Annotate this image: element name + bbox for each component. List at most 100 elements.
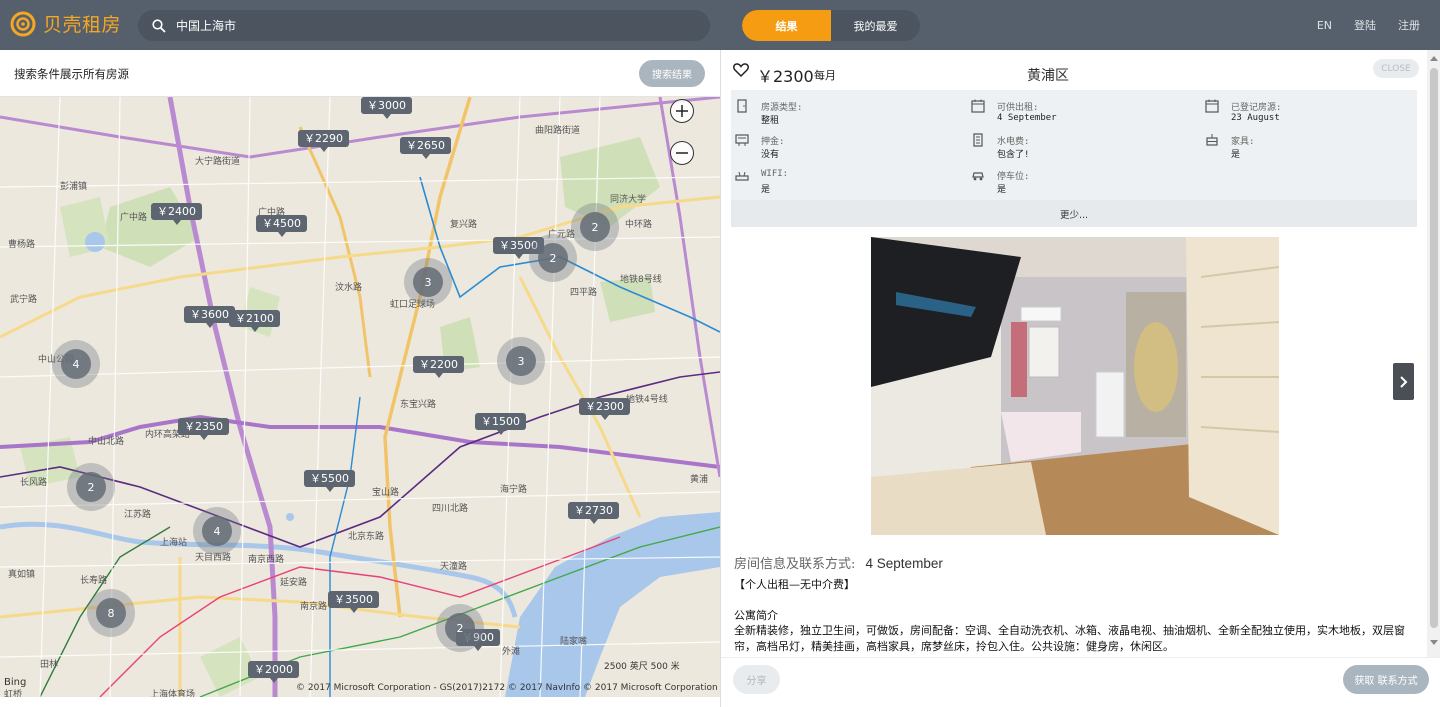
- listing-cluster[interactable]: 2: [529, 234, 577, 282]
- cluster-count: 4: [202, 516, 232, 546]
- contact-label: 房间信息及联系方式:: [734, 557, 856, 572]
- cluster-count: 3: [506, 346, 536, 376]
- calendar-icon: [1205, 99, 1219, 113]
- map-label: 黄浦: [690, 475, 709, 485]
- map-label: 广中路: [120, 213, 148, 223]
- furniture-icon: [1206, 134, 1218, 146]
- price-marker[interactable]: ￥2730: [568, 502, 619, 524]
- tab-results[interactable]: 结果: [742, 10, 831, 41]
- map-label: 地铁8号线: [620, 275, 662, 285]
- deposit-icon: [735, 134, 749, 146]
- chevron-right-icon: [1399, 375, 1407, 388]
- cluster-count: 2: [445, 613, 475, 643]
- price-marker[interactable]: ￥2650: [400, 137, 451, 159]
- map-label: 东宝兴路: [400, 400, 437, 410]
- map-label: 中山北路: [88, 437, 125, 447]
- get-contact-button[interactable]: 获取 联系方式: [1343, 665, 1429, 694]
- map-label: 田林: [40, 660, 59, 670]
- map-label: 江苏路: [124, 510, 152, 520]
- map-label: 南京路: [300, 602, 328, 612]
- listing-photo[interactable]: [871, 237, 1279, 535]
- register-link[interactable]: 注册: [1398, 17, 1420, 33]
- price-marker[interactable]: ￥3500: [328, 591, 379, 613]
- room-photo-illustration: [871, 237, 1279, 535]
- price-marker[interactable]: ￥2350: [178, 418, 229, 440]
- map-label: 延安路: [280, 578, 308, 588]
- login-link[interactable]: 登陆: [1354, 17, 1376, 33]
- map-label: 曹杨路: [8, 240, 36, 250]
- price-marker[interactable]: ￥4500: [256, 215, 307, 237]
- info-available-date: 可供出租: 4 September: [967, 96, 1187, 126]
- listing-description: 【个人出租—无中介费】 公寓简介 全新精装修，独立卫生间，可做饭，房间配备：空调…: [734, 577, 1414, 654]
- price-marker[interactable]: ￥3000: [361, 97, 412, 119]
- listing-detail-panel: ￥2300 每月 黄浦区 CLOSE 房源类型: 整租 可供出租: 4 Sept…: [720, 50, 1440, 707]
- filter-bar: 搜索条件展示所有房源 搜索结果: [0, 50, 720, 97]
- share-button[interactable]: 分享: [733, 665, 780, 694]
- listing-cluster[interactable]: 2: [436, 604, 484, 652]
- price-marker[interactable]: ￥2300: [579, 398, 630, 420]
- price-marker[interactable]: ￥2290: [298, 130, 349, 152]
- contact-date: 4 September: [865, 556, 943, 571]
- map-label: 海宁路: [500, 485, 528, 495]
- price-marker[interactable]: ￥2000: [248, 661, 299, 683]
- scroll-up-arrow-icon[interactable]: [1430, 56, 1438, 61]
- view-tabs: 结果 我的最爱: [742, 10, 920, 41]
- search-bar[interactable]: [138, 10, 710, 41]
- zoom-in-button[interactable]: [670, 99, 694, 123]
- brand-logo[interactable]: 贝壳租房: [10, 10, 121, 37]
- close-button[interactable]: CLOSE: [1373, 59, 1419, 78]
- info-room-type: 房源类型: 整租: [731, 96, 951, 126]
- map-label: 曲阳路街道: [535, 126, 581, 136]
- toggle-more-button[interactable]: 更少...: [731, 200, 1417, 227]
- listing-district: 黄浦区: [1027, 68, 1069, 84]
- price-marker[interactable]: ￥2100: [229, 310, 280, 332]
- listing-header: ￥2300 每月 黄浦区 CLOSE: [721, 50, 1427, 90]
- tab-favorites[interactable]: 我的最爱: [831, 10, 920, 41]
- map-label: 汶水路: [335, 283, 363, 293]
- map-attribution[interactable]: © 2017 Microsoft Corporation - GS(2017)2…: [296, 683, 720, 693]
- price-marker[interactable]: ￥1500: [475, 413, 526, 435]
- map-label: 长风路: [20, 478, 48, 488]
- map-label: 天潼路: [440, 562, 468, 572]
- listing-cluster[interactable]: 2: [67, 463, 115, 511]
- minus-icon: [676, 152, 688, 154]
- price-marker[interactable]: ￥2200: [413, 356, 464, 378]
- next-photo-button[interactable]: [1393, 363, 1414, 400]
- map-label: 北京东路: [348, 532, 385, 542]
- listing-cluster[interactable]: 2: [571, 203, 619, 251]
- info-listed-date: 已登记房源: 23 August: [1201, 96, 1421, 126]
- listing-cluster[interactable]: 8: [87, 589, 135, 637]
- price-marker[interactable]: ￥2400: [151, 203, 202, 225]
- heart-icon[interactable]: [733, 62, 749, 78]
- price-marker[interactable]: ￥5500: [304, 470, 355, 492]
- contact-info-heading: 房间信息及联系方式: 4 September: [734, 553, 943, 572]
- map-label: 陆家嘴: [560, 637, 588, 647]
- cluster-count: 2: [580, 212, 610, 242]
- description-subheading: 公寓简介: [734, 608, 778, 622]
- search-results-button[interactable]: 搜索结果: [639, 60, 705, 87]
- calendar-icon: [971, 99, 985, 113]
- map-label: 大宁路街道: [195, 157, 241, 167]
- location-search-input[interactable]: [176, 18, 676, 33]
- map-canvas[interactable]: 曲阳路街道 大宁路街道 彭浦镇 广中路 广中路 汶水路 四平路 地铁8号线 内环…: [0, 97, 720, 697]
- description-body: 全新精装修，独立卫生间，可做饭，房间配备：空调、全自动洗衣机、冰箱、液晶电视、抽…: [734, 624, 1405, 653]
- map-label: 真如镇: [8, 570, 36, 580]
- detail-scrollbar[interactable]: [1427, 50, 1440, 657]
- language-link[interactable]: EN: [1317, 19, 1332, 32]
- listing-cluster[interactable]: 4: [193, 507, 241, 555]
- scroll-down-arrow-icon[interactable]: [1430, 640, 1438, 645]
- description-tagline: 【个人出租—无中介费】: [734, 578, 855, 591]
- map-scale: 2500 英尺 500 米: [604, 662, 680, 672]
- map-label: 上海站: [160, 538, 188, 548]
- scroll-thumb[interactable]: [1430, 68, 1438, 628]
- map-label: 复兴路: [450, 220, 478, 230]
- listing-cluster[interactable]: 3: [497, 337, 545, 385]
- price-marker[interactable]: ￥3600: [184, 306, 235, 328]
- listing-cluster[interactable]: 4: [52, 340, 100, 388]
- detail-footer: 分享 获取 联系方式: [721, 657, 1440, 707]
- listing-cluster[interactable]: 3: [404, 258, 452, 306]
- map-label: 武宁路: [10, 295, 38, 305]
- zoom-out-button[interactable]: [670, 141, 694, 165]
- plus-icon: [676, 105, 688, 117]
- listing-price: ￥2300: [757, 67, 814, 86]
